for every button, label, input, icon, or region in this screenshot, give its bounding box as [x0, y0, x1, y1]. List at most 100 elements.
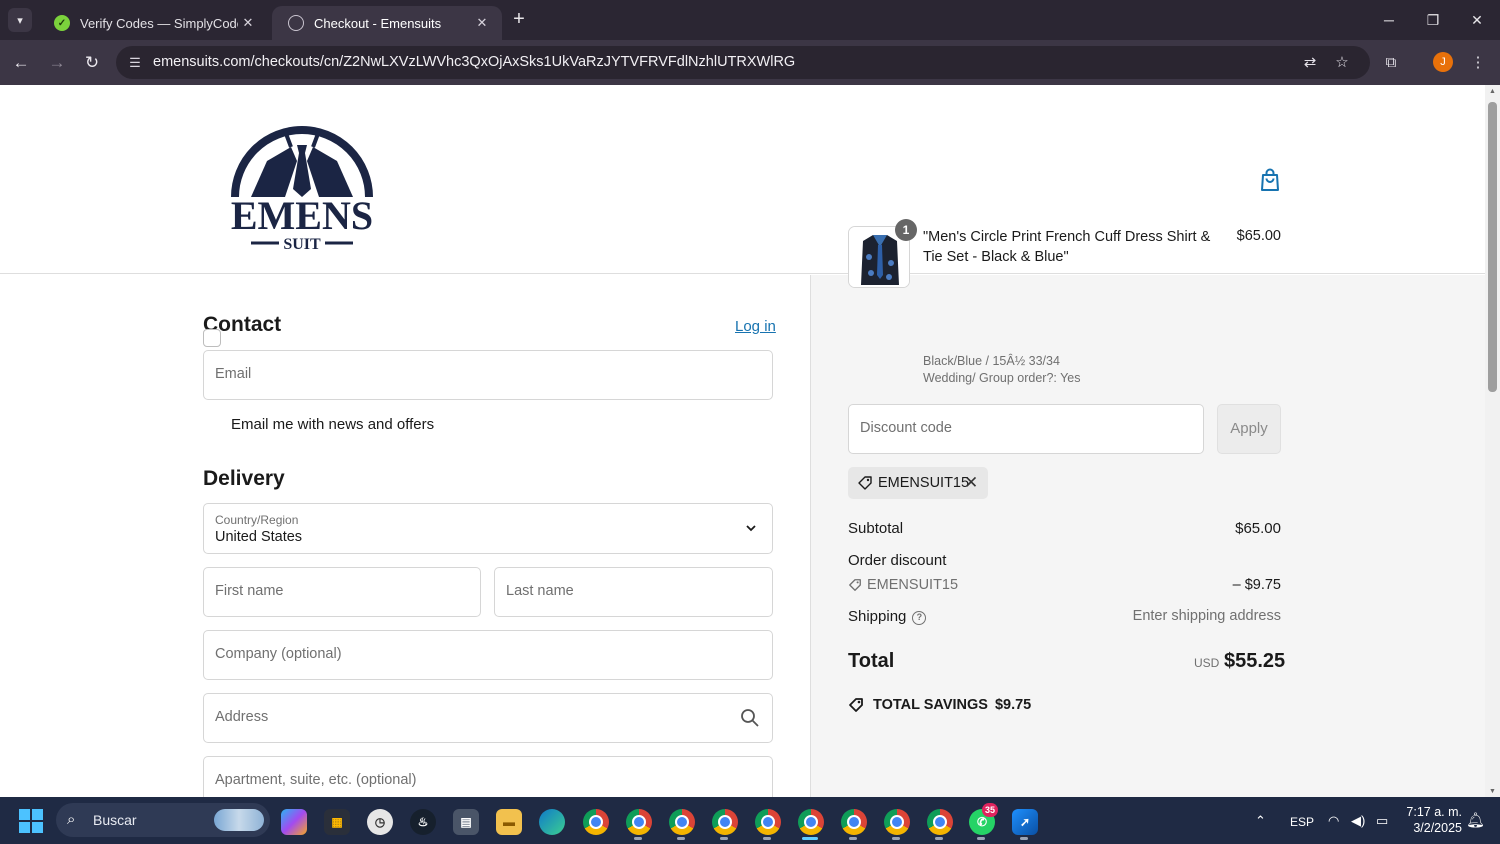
clock-date: 3/2/2025 [1413, 821, 1462, 835]
discount-code-placeholder: Discount code [860, 420, 952, 436]
bookmark-star-icon[interactable]: ☆ [1332, 53, 1352, 73]
restore-icon[interactable]: ❐ [1418, 8, 1448, 32]
shipping-value: Enter shipping address [1132, 608, 1281, 624]
login-link[interactable]: Log in [735, 318, 776, 335]
battery-icon[interactable]: ▭ [1376, 813, 1388, 829]
back-arrow-icon[interactable]: ← [8, 50, 34, 76]
address-field[interactable]: Address [203, 693, 773, 743]
emens-suit-logo[interactable]: EMENS SUIT [203, 101, 401, 255]
first-name-field[interactable]: First name [203, 567, 481, 617]
country-select[interactable]: Country/Region United States [203, 503, 773, 554]
order-discount-code: EMENSUIT15 [867, 577, 959, 593]
country-label: Country/Region [215, 513, 299, 527]
wifi-icon[interactable]: ◠ [1328, 813, 1339, 829]
scroll-down-arrow-icon[interactable]: ▼ [1488, 788, 1497, 795]
tab-simplycodes[interactable]: ✓ Verify Codes — SimplyCodes ✕ [38, 6, 268, 40]
chrome-profile-icon[interactable] [798, 809, 824, 835]
browser-menu-icon[interactable]: ⋮ [1467, 52, 1489, 74]
browser-toolbar: ← → ↻ ☰ emensuits.com/checkouts/cn/Z2NwL… [0, 40, 1500, 85]
running-indicator [1020, 837, 1028, 840]
email-field[interactable]: Email [203, 350, 773, 400]
microsoft-store-icon[interactable]: ▦ [324, 809, 350, 835]
search-icon [741, 709, 759, 727]
file-explorer-icon[interactable]: ▬ [496, 809, 522, 835]
address-bar[interactable]: ☰ emensuits.com/checkouts/cn/Z2NwLXVzLWV… [116, 46, 1370, 79]
whatsapp-notification-badge: 35 [982, 803, 999, 817]
company-field[interactable]: Company (optional) [203, 630, 773, 680]
chrome-icon[interactable] [583, 809, 609, 835]
forward-arrow-icon[interactable]: → [44, 50, 70, 76]
search-highlight-image [214, 809, 264, 831]
order-summary-panel [810, 275, 1485, 797]
running-indicator [849, 837, 857, 840]
translate-icon[interactable]: ⇄ [1300, 53, 1320, 73]
savings-label: TOTAL SAVINGS [873, 697, 988, 713]
system-clock[interactable]: 7:17 a. m. 3/2/2025 [1400, 804, 1462, 836]
steam-icon[interactable]: ♨ [410, 809, 436, 835]
address-placeholder: Address [215, 709, 269, 725]
minimize-icon[interactable]: ─ [1374, 8, 1404, 32]
scrollbar-thumb[interactable] [1488, 102, 1497, 392]
newsletter-checkbox[interactable] [203, 329, 221, 347]
chrome-profile-icon[interactable] [626, 809, 652, 835]
remove-discount-icon[interactable]: ✕ [964, 473, 978, 493]
tab-search-button[interactable]: ▾ [8, 8, 32, 32]
chrome-profile-icon[interactable] [927, 809, 953, 835]
chrome-profile-icon[interactable] [841, 809, 867, 835]
quantity-badge: 1 [895, 219, 917, 241]
close-tab-icon[interactable]: ✕ [238, 15, 258, 31]
close-window-icon[interactable]: ✕ [1462, 8, 1492, 32]
running-indicator [977, 837, 985, 840]
taskbar-search[interactable]: ⌕ Buscar [56, 803, 270, 837]
subtotal-label: Subtotal [848, 520, 904, 537]
page-scrollbar[interactable]: ▲ ▼ [1485, 85, 1500, 797]
running-indicator [720, 837, 728, 840]
chrome-profile-icon[interactable] [884, 809, 910, 835]
discount-code-field[interactable]: Discount code [848, 404, 1204, 454]
shipping-label-row: Shipping? [848, 608, 927, 625]
first-name-placeholder: First name [215, 583, 284, 599]
help-icon[interactable]: ? [912, 611, 927, 625]
total-value: $55.25 [1224, 650, 1286, 672]
notification-bell-icon[interactable]: 🔔︎ [1466, 811, 1485, 829]
volume-icon[interactable]: ◀) [1351, 813, 1365, 829]
chrome-profile-icon[interactable] [712, 809, 738, 835]
chrome-profile-icon[interactable] [755, 809, 781, 835]
total-label: Total [848, 650, 895, 672]
running-indicator [634, 837, 642, 840]
savings-value: $9.75 [994, 697, 1032, 713]
edge-icon[interactable] [539, 809, 565, 835]
tab-title: Verify Codes — SimplyCodes [80, 15, 238, 31]
apply-discount-button[interactable]: Apply [1217, 404, 1281, 454]
new-tab-button[interactable]: + [508, 8, 530, 32]
product-name: "Men's Circle Print French Cuff Dress Sh… [923, 229, 1211, 265]
tab-checkout[interactable]: Checkout - Emensuits ✕ [272, 6, 502, 40]
reload-icon[interactable]: ↻ [79, 50, 105, 76]
globe-favicon-icon [288, 15, 304, 31]
url-text[interactable]: emensuits.com/checkouts/cn/Z2NwLXVzLWVhc… [153, 54, 795, 70]
tab-title: Checkout - Emensuits [314, 15, 442, 31]
last-name-field[interactable]: Last name [494, 567, 773, 617]
profile-avatar[interactable]: J [1433, 52, 1453, 72]
shopping-bag-icon[interactable] [1258, 167, 1282, 193]
tag-icon [849, 698, 863, 712]
chrome-profile-icon[interactable] [669, 809, 695, 835]
language-indicator[interactable]: ESP [1290, 815, 1314, 829]
close-tab-icon[interactable]: ✕ [472, 15, 492, 31]
active-window-indicator [802, 837, 818, 840]
order-discount-value: – $9.75 [1232, 577, 1281, 593]
running-indicator [892, 837, 900, 840]
clock-time: 7:17 a. m. [1406, 805, 1462, 819]
remote-desktop-icon[interactable]: ➚ [1012, 809, 1038, 835]
extensions-icon[interactable]: ⧉ [1380, 52, 1402, 74]
running-indicator [935, 837, 943, 840]
windows-start-icon[interactable] [19, 809, 43, 833]
clock-app-icon[interactable]: ◷ [367, 809, 393, 835]
site-settings-icon[interactable]: ☰ [126, 54, 144, 72]
calculator-icon[interactable]: ▤ [453, 809, 479, 835]
scroll-up-arrow-icon[interactable]: ▲ [1488, 88, 1497, 95]
apartment-field[interactable]: Apartment, suite, etc. (optional) [203, 756, 773, 797]
shipping-label: Shipping [848, 608, 907, 625]
show-hidden-icons-chevron-icon[interactable]: ⌃ [1255, 813, 1266, 829]
copilot-icon[interactable] [281, 809, 307, 835]
